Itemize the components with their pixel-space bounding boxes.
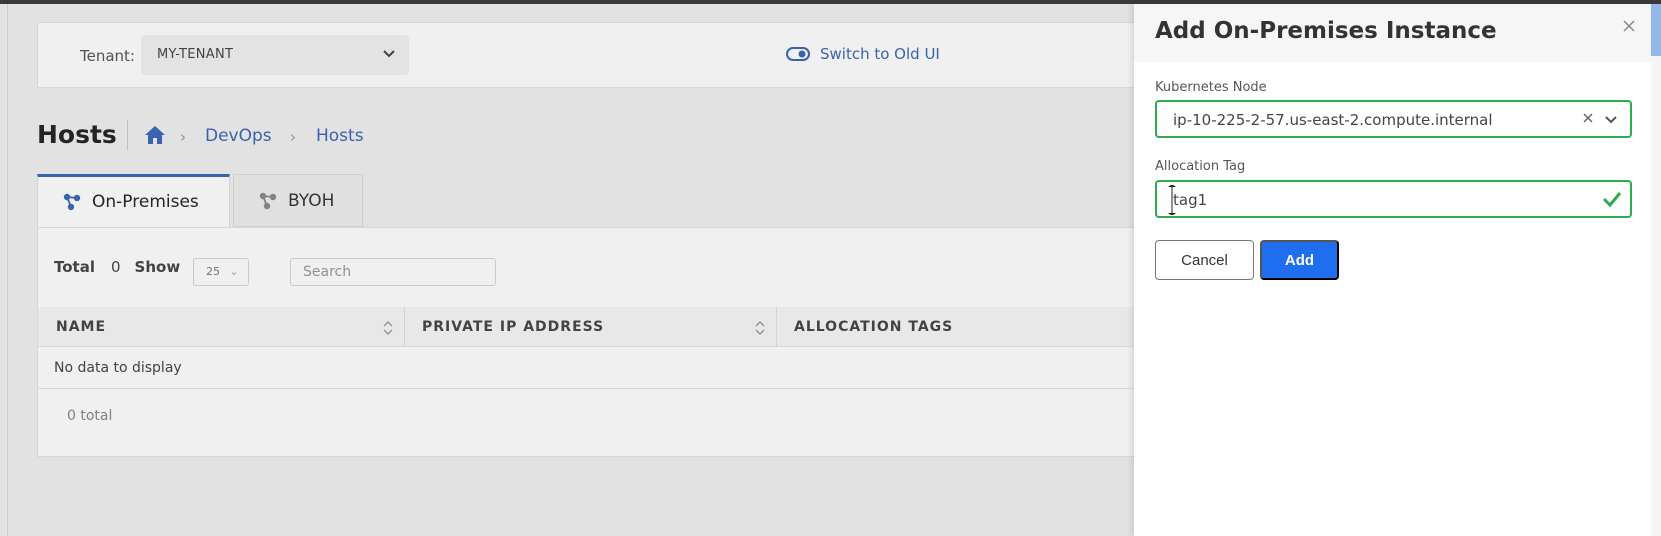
edge-accent — [1651, 4, 1661, 56]
cancel-button[interactable]: Cancel — [1155, 240, 1254, 280]
clear-icon[interactable] — [1582, 112, 1594, 124]
add-button[interactable]: Add — [1260, 240, 1339, 280]
check-icon — [1602, 192, 1622, 208]
kubernetes-node-select[interactable]: ip-10-225-2-57.us-east-2.compute.interna… — [1155, 100, 1632, 138]
kubernetes-node-label: Kubernetes Node — [1155, 80, 1267, 95]
close-icon[interactable] — [1621, 18, 1637, 34]
drawer-header: Add On-Premises Instance — [1134, 4, 1651, 62]
allocation-tag-label: Allocation Tag — [1155, 159, 1246, 174]
allocation-tag-input[interactable]: tag1 — [1155, 180, 1632, 218]
page-scroll-edge — [1651, 4, 1661, 536]
drawer-title: Add On-Premises Instance — [1155, 18, 1497, 44]
add-instance-drawer: Add On-Premises Instance Kubernetes Node… — [1134, 4, 1651, 536]
allocation-tag-value: tag1 — [1173, 191, 1208, 209]
kubernetes-node-value: ip-10-225-2-57.us-east-2.compute.interna… — [1173, 111, 1493, 129]
chevron-down-icon[interactable] — [1604, 112, 1618, 126]
